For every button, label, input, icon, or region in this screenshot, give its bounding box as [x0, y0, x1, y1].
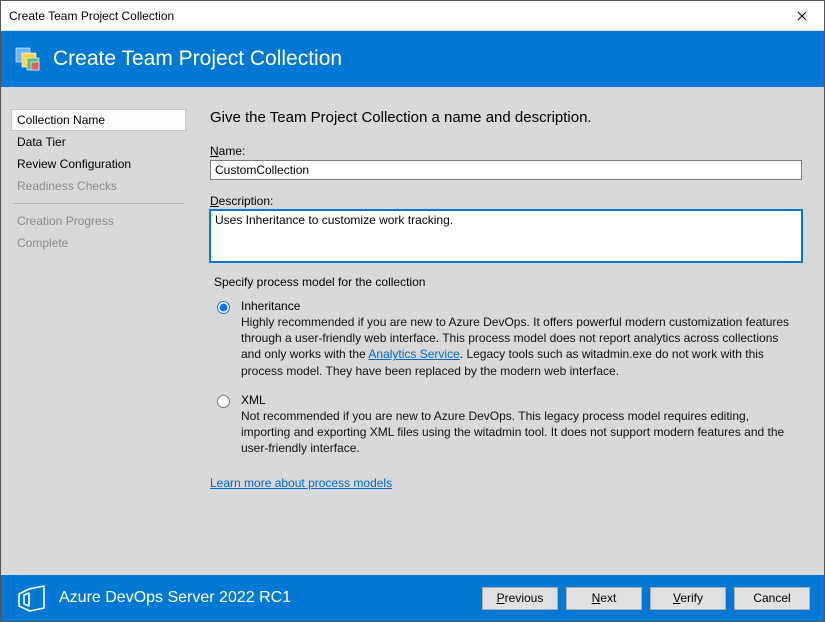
wizard-sidebar: Collection Name Data Tier Review Configu… — [1, 87, 196, 575]
xml-label: XML — [241, 393, 802, 407]
window-title: Create Team Project Collection — [9, 9, 779, 23]
sidebar-item-collection-name[interactable]: Collection Name — [11, 109, 186, 131]
sidebar-item-label: Complete — [17, 236, 68, 250]
process-option-inheritance[interactable]: Inheritance Highly recommended if you ar… — [210, 297, 802, 381]
page-heading: Give the Team Project Collection a name … — [210, 109, 802, 126]
azure-devops-logo-icon — [15, 583, 49, 613]
cancel-button[interactable]: Cancel — [734, 587, 810, 610]
process-model-heading: Specify process model for the collection — [214, 275, 802, 289]
sidebar-item-label: Data Tier — [17, 135, 66, 149]
sidebar-item-label: Collection Name — [17, 113, 105, 127]
description-label: Description: — [210, 194, 802, 208]
inheritance-description: Highly recommended if you are new to Azu… — [241, 314, 802, 379]
product-name: Azure DevOps Server 2022 RC1 — [59, 589, 472, 607]
xml-description: Not recommended if you are new to Azure … — [241, 408, 802, 457]
learn-more-link[interactable]: Learn more about process models — [210, 476, 392, 490]
sidebar-item-readiness-checks: Readiness Checks — [11, 175, 186, 197]
sidebar-item-complete: Complete — [11, 232, 186, 254]
sidebar-item-label: Creation Progress — [17, 214, 114, 228]
process-option-xml[interactable]: XML Not recommended if you are new to Az… — [210, 391, 802, 459]
banner-title: Create Team Project Collection — [53, 47, 342, 71]
sidebar-item-label: Readiness Checks — [17, 179, 117, 193]
name-input[interactable] — [210, 160, 802, 180]
titlebar: Create Team Project Collection — [1, 1, 824, 31]
previous-button[interactable]: Previous — [482, 587, 558, 610]
close-icon — [797, 11, 807, 21]
footer: Azure DevOps Server 2022 RC1 Previous Ne… — [1, 575, 824, 621]
dialog-body: Collection Name Data Tier Review Configu… — [1, 87, 824, 575]
wizard-content: Give the Team Project Collection a name … — [196, 87, 824, 575]
xml-radio[interactable] — [217, 395, 230, 408]
sidebar-item-creation-progress: Creation Progress — [11, 210, 186, 232]
dialog-window: Create Team Project Collection Create Te… — [0, 0, 825, 622]
footer-buttons: Previous Next Verify Cancel — [482, 587, 810, 610]
inheritance-radio[interactable] — [217, 301, 230, 314]
next-button[interactable]: Next — [566, 587, 642, 610]
verify-button[interactable]: Verify — [650, 587, 726, 610]
collection-icon — [15, 46, 41, 72]
banner: Create Team Project Collection — [1, 31, 824, 87]
analytics-service-link[interactable]: Analytics Service — [368, 347, 459, 361]
name-label: Name: — [210, 144, 802, 158]
inheritance-label: Inheritance — [241, 299, 802, 313]
sidebar-item-label: Review Configuration — [17, 157, 131, 171]
sidebar-separator — [13, 203, 184, 204]
description-input[interactable] — [210, 210, 802, 262]
close-button[interactable] — [779, 1, 824, 31]
sidebar-item-review-configuration[interactable]: Review Configuration — [11, 153, 186, 175]
sidebar-item-data-tier[interactable]: Data Tier — [11, 131, 186, 153]
